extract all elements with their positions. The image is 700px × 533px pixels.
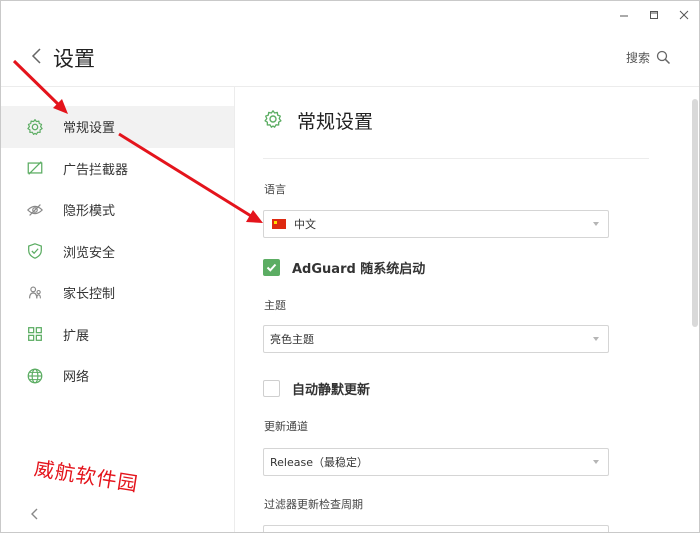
search-label: 搜索 — [625, 51, 650, 65]
gear-icon — [25, 117, 45, 137]
sidebar-item-label: 隐形模式 — [63, 204, 116, 220]
theme-value: 亮色主题 — [270, 333, 314, 346]
caret-down-icon — [593, 222, 599, 226]
autostart-option[interactable]: AdGuard 随系统启动 — [263, 258, 425, 277]
minimize-button[interactable] — [609, 1, 639, 29]
theme-select[interactable]: 亮色主题 — [263, 325, 609, 353]
sidebar-item-stealth-mode[interactable]: 隐形模式 — [1, 189, 234, 231]
theme-label: 主题 — [264, 299, 286, 312]
sidebar-item-label: 常规设置 — [63, 121, 116, 137]
sidebar-item-label: 扩展 — [63, 328, 90, 344]
chevron-left-icon — [31, 48, 41, 64]
section-divider — [263, 158, 649, 159]
sidebar-item-general[interactable]: 常规设置 — [1, 106, 234, 148]
search-icon — [656, 50, 671, 65]
minimize-icon — [620, 15, 628, 17]
sidebar-item-label: 广告拦截器 — [63, 162, 129, 178]
chevron-left-icon — [31, 508, 38, 520]
settings-window: 设置 搜索 常规设置 广告拦截器 隐形模式 浏览安全 家长控制 扩展 网络 常规… — [0, 0, 700, 533]
search-button[interactable]: 搜索 — [626, 49, 671, 66]
update-channel-select[interactable]: Release（最稳定） — [263, 448, 609, 476]
silent-update-option[interactable]: 自动静默更新 — [263, 379, 370, 398]
language-value: 中文 — [294, 218, 316, 231]
sidebar-item-browsing-security[interactable]: 浏览安全 — [1, 231, 234, 273]
maximize-button[interactable] — [639, 1, 669, 29]
sidebar-item-extensions[interactable]: 扩展 — [1, 314, 234, 356]
autostart-label: AdGuard 随系统启动 — [292, 262, 426, 277]
close-button[interactable] — [669, 1, 699, 29]
extensions-icon — [25, 324, 45, 344]
silent-update-label: 自动静默更新 — [292, 383, 371, 398]
language-select[interactable]: 中文 — [263, 210, 609, 238]
gear-icon — [263, 109, 283, 133]
checkmark-icon — [266, 263, 277, 272]
globe-icon — [25, 366, 45, 386]
autostart-checkbox[interactable] — [263, 259, 280, 276]
sidebar-item-parental-control[interactable]: 家长控制 — [1, 272, 234, 314]
eye-off-icon — [25, 200, 45, 220]
caret-down-icon — [593, 337, 599, 341]
update-channel-value: Release（最稳定） — [270, 456, 368, 469]
caret-down-icon — [593, 460, 599, 464]
sidebar-item-label: 家长控制 — [63, 287, 116, 303]
sidebar-item-ad-blocker[interactable]: 广告拦截器 — [1, 148, 234, 190]
ad-blocker-icon — [25, 158, 45, 178]
back-button[interactable] — [29, 46, 45, 66]
window-controls — [609, 1, 699, 29]
parental-control-icon — [25, 283, 45, 303]
section-header: 常规设置 — [263, 107, 373, 134]
filter-update-label: 过滤器更新检查周期 — [264, 498, 363, 511]
filter-update-select[interactable] — [263, 525, 609, 532]
china-flag-icon — [272, 219, 286, 229]
page-header: 设置 搜索 — [1, 29, 699, 87]
update-channel-label: 更新通道 — [264, 420, 308, 433]
scrollbar[interactable] — [689, 87, 699, 532]
sidebar-item-label: 浏览安全 — [63, 245, 116, 261]
scrollbar-thumb[interactable] — [692, 99, 698, 327]
language-label: 语言 — [264, 183, 286, 196]
shield-check-icon — [25, 241, 45, 261]
silent-update-checkbox[interactable] — [263, 380, 280, 397]
section-title: 常规设置 — [297, 111, 374, 133]
close-icon — [679, 10, 689, 20]
page-title: 设置 — [53, 47, 95, 71]
main-content: 常规设置 语言 中文 AdGuard 随系统启动 主题 亮色主题 自动静默更新 … — [236, 87, 691, 532]
sidebar-item-label: 网络 — [63, 370, 90, 386]
sidebar-item-network[interactable]: 网络 — [1, 355, 234, 397]
sidebar-collapse-button[interactable] — [29, 506, 41, 522]
maximize-icon — [650, 11, 658, 19]
